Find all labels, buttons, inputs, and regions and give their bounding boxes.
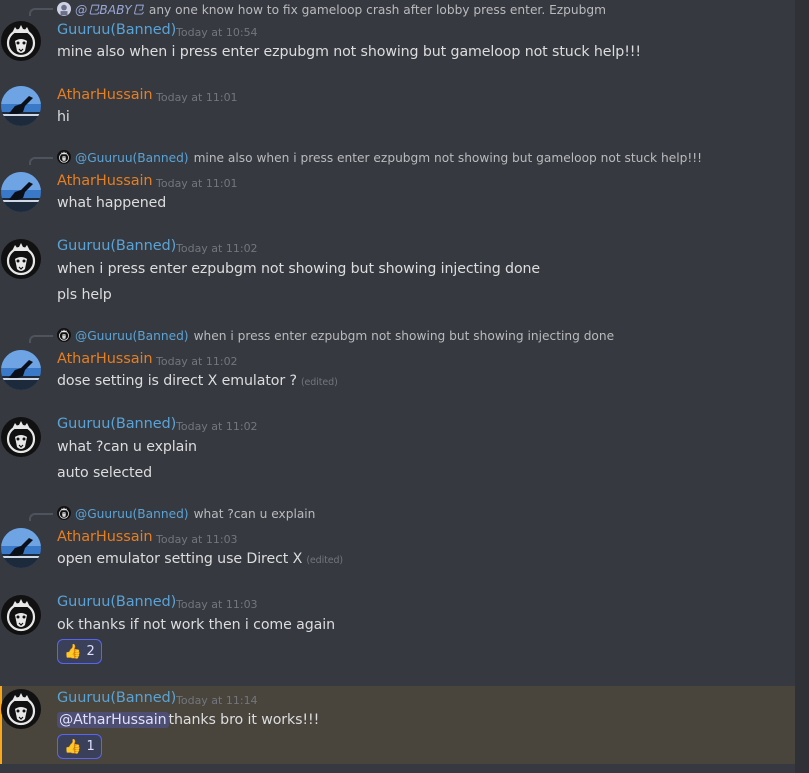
timestamp: Today at 11:02 [156,355,238,368]
guuruu-avatar[interactable] [1,417,41,457]
author-name[interactable]: Guuruu(Banned) [57,690,176,706]
message-9[interactable]: Guuruu(Banned) Today at 11:14 @AtharHuss… [0,686,795,764]
timestamp: Today at 11:02 [176,242,258,255]
message-text: what happened [57,195,167,211]
edited-label: (edited) [300,377,338,388]
guuruu-mini-avatar-icon [57,506,71,520]
timestamp: Today at 10:54 [176,26,258,39]
author-name[interactable]: Guuruu(Banned) [57,238,176,254]
message-text: hi [57,109,70,125]
message-6[interactable]: Guuruu(Banned) Today at 11:02 what ?can … [0,410,795,490]
reaction-count: 2 [86,644,95,659]
reply-text: what ?can u explain [193,507,316,521]
message-text: ok thanks if not work then i come again [57,617,336,633]
scrollbar-gutter[interactable] [795,0,809,773]
baby-avatar-icon [57,2,71,16]
message-body: open emulator setting use Direct X [57,551,303,567]
reaction-thumbs-up[interactable]: 👍 1 [57,734,102,759]
timestamp: Today at 11:03 [176,598,258,611]
reply-preview[interactable]: @⺋BABY⺋ any one know how to fix gameloop … [57,0,606,18]
athar-avatar[interactable] [1,172,41,212]
reply-spine [29,513,53,521]
message-text: open emulator setting use Direct X (edite… [57,551,343,567]
guuruu-avatar[interactable] [1,689,41,729]
message-text: what ?can u explain [57,439,197,455]
timestamp: Today at 11:01 [156,91,238,104]
reaction-thumbs-up[interactable]: 👍 2 [57,639,102,664]
user-mention[interactable]: @AtharHussain [57,712,169,728]
message-body: dose setting is direct X emulator ? [57,373,297,389]
reply-spine [29,8,53,16]
guuruu-mini-avatar-icon [57,150,71,164]
edited-label: (edited) [306,555,344,566]
athar-avatar[interactable] [1,350,41,390]
message-text: mine also when i press enter ezpubgm not… [57,44,641,60]
author-name[interactable]: Guuruu(Banned) [57,416,176,432]
timestamp: Today at 11:14 [176,694,258,707]
reaction-count: 1 [86,739,95,754]
message-1[interactable]: @⺋BABY⺋ any one know how to fix gameloop … [0,0,795,68]
athar-avatar[interactable] [1,86,41,126]
reply-spine [29,335,53,343]
reply-text: any one know how to fix gameloop crash a… [148,3,606,17]
message-3[interactable]: @Guuruu(Banned) mine also when i press en… [0,148,795,218]
message-text: auto selected [57,465,153,481]
message-body: thanks bro it works!!! [168,712,320,728]
author-name[interactable]: AtharHussain [57,351,153,367]
timestamp: Today at 11:02 [176,420,258,433]
message-text: @AtharHussain thanks bro it works!!! [57,712,319,728]
reply-username[interactable]: @Guuruu(Banned) [75,329,189,343]
timestamp: Today at 11:01 [156,177,238,190]
message-5[interactable]: @Guuruu(Banned) when i press enter ezpubg… [0,326,795,396]
guuruu-avatar[interactable] [1,595,41,635]
reply-username[interactable]: @Guuruu(Banned) [75,151,189,165]
message-2[interactable]: AtharHussain Today at 11:01 hi [0,80,795,130]
message-7[interactable]: @Guuruu(Banned) what ?can u explain Athar… [0,504,795,574]
author-name[interactable]: AtharHussain [57,529,153,545]
guuruu-avatar[interactable] [1,21,41,61]
guuruu-avatar[interactable] [1,239,41,279]
guuruu-mini-avatar-icon [57,328,71,342]
thumbs-up-icon: 👍 [64,738,82,755]
reply-text: mine also when i press enter ezpubgm not… [193,151,702,165]
message-4[interactable]: Guuruu(Banned) Today at 11:02 when i pre… [0,232,795,312]
author-name[interactable]: Guuruu(Banned) [57,22,176,38]
reply-preview[interactable]: @Guuruu(Banned) what ?can u explain [57,506,315,524]
timestamp: Today at 11:03 [156,533,238,546]
reply-username[interactable]: @Guuruu(Banned) [75,507,189,521]
author-name[interactable]: Guuruu(Banned) [57,594,176,610]
reply-text: when i press enter ezpubgm not showing b… [193,329,615,343]
reply-spine [29,157,53,165]
message-text: dose setting is direct X emulator ? (edit… [57,373,338,389]
thumbs-up-icon: 👍 [64,643,82,660]
athar-avatar[interactable] [1,528,41,568]
reply-preview[interactable]: @Guuruu(Banned) mine also when i press en… [57,150,702,168]
reply-preview[interactable]: @Guuruu(Banned) when i press enter ezpubg… [57,328,614,346]
message-8[interactable]: Guuruu(Banned) Today at 11:03 ok thanks … [0,588,795,673]
message-text: when i press enter ezpubgm not showing b… [57,261,541,277]
reply-username[interactable]: @⺋BABY⺋ [75,3,144,17]
author-name[interactable]: AtharHussain [57,173,153,189]
author-name[interactable]: AtharHussain [57,87,153,103]
message-text: pls help [57,287,112,303]
